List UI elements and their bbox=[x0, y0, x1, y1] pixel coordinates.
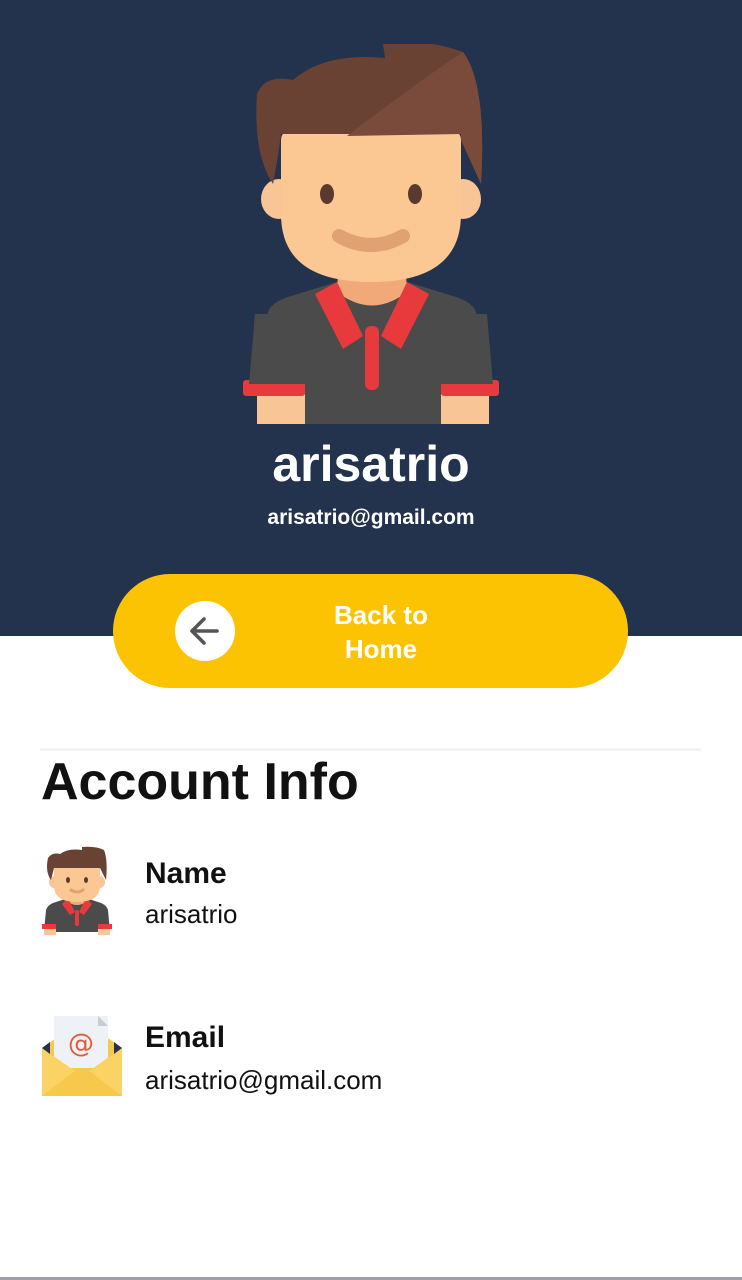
back-to-home-label: Back to Home bbox=[303, 598, 459, 666]
profile-email: arisatrio@gmail.com bbox=[267, 506, 475, 529]
email-label: Email bbox=[145, 1021, 226, 1054]
back-to-home-label-text: Back to Home bbox=[334, 600, 428, 664]
arrow-left-icon bbox=[190, 617, 219, 645]
profile-header: arisatrio arisatrio@gmail.com bbox=[0, 0, 742, 636]
account-info-title: Account Info bbox=[41, 753, 359, 811]
back-to-home-button[interactable]: Back to Home bbox=[113, 574, 628, 688]
back-icon-circle bbox=[175, 601, 235, 661]
man-avatar-icon bbox=[42, 846, 112, 935]
email-envelope-icon: @ bbox=[42, 1016, 122, 1096]
svg-text:@: @ bbox=[68, 1029, 94, 1059]
email-value: arisatrio@gmail.com bbox=[145, 1065, 383, 1095]
name-value: arisatrio bbox=[145, 899, 238, 929]
man-avatar-icon bbox=[243, 44, 499, 424]
profile-username: arisatrio bbox=[272, 436, 470, 492]
name-label: Name bbox=[145, 857, 227, 890]
